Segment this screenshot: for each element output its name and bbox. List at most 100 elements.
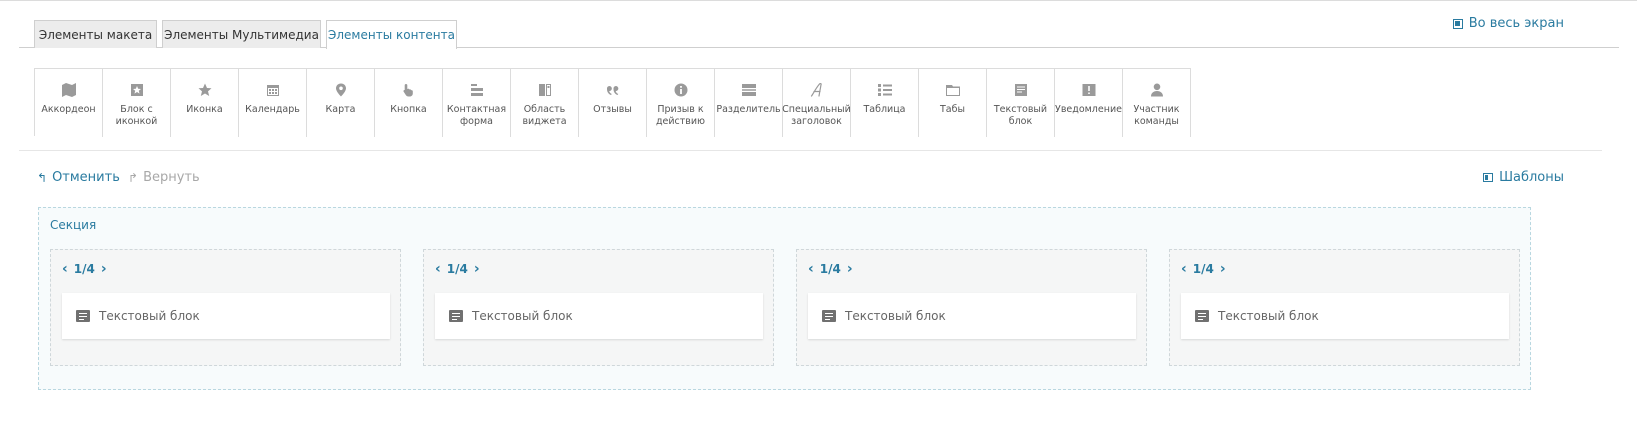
redo-label: Вернуть [143,170,200,185]
element-testimonials[interactable]: Отзывы [579,69,647,137]
fullscreen-label: Во весь экран [1468,16,1564,31]
pointer-hand-icon [402,83,416,97]
widget-area-icon [538,83,552,97]
element-map[interactable]: Карта [307,69,375,137]
tab-bar: Элементы макета Элементы Мультимедиа Эле… [19,20,1619,49]
person-icon [1150,83,1164,97]
star-box-icon [130,83,144,97]
tab-content-elements[interactable]: Элементы контента [326,20,457,49]
script-a-icon [810,83,824,97]
form-icon [470,83,484,97]
element-label: Область виджета [522,104,567,127]
element-divider[interactable]: Разделитель [715,69,783,137]
fullscreen-icon [1452,18,1463,29]
element-tabs[interactable]: Табы [919,69,987,137]
content-elements-palette: Аккордеон Блок с иконкой Иконка Календар… [34,68,1191,137]
element-label: Разделитель [716,104,781,115]
map-icon [61,83,76,97]
quote-icon [606,83,620,97]
element-label: Призыв к действию [655,104,706,127]
chevron-right-icon[interactable]: › [474,262,480,276]
section-title[interactable]: Секция [50,218,96,232]
element-calendar[interactable]: Календарь [239,69,307,137]
list-table-icon [877,83,892,97]
element-label: Участник команды [1133,104,1180,127]
column[interactable]: ‹ 1/4 › Текстовый блок [1169,249,1520,366]
element-special-heading[interactable]: Специальный заголовок [782,69,851,137]
element-label: Кнопка [390,104,427,115]
tab-layout-elements[interactable]: Элементы макета [34,20,157,48]
alert-box-icon [1082,83,1096,97]
element-icon[interactable]: Иконка [171,69,239,137]
column[interactable]: ‹ 1/4 › Текстовый блок [50,249,401,366]
text-block-icon [1195,310,1209,322]
tab-multimedia-elements[interactable]: Элементы Мультимедиа [162,20,321,48]
star-icon [198,83,212,97]
element-text-block[interactable]: Текстовый блок [987,69,1055,137]
calendar-icon [266,83,280,97]
element-label: Отзывы [593,104,632,115]
redo-button[interactable]: ↱ Вернуть [128,170,200,185]
undo-label: Отменить [52,170,120,185]
element-label: Аккордеон [41,104,96,115]
element-icon-box[interactable]: Блок с иконкой [103,69,171,137]
text-block-label: Текстовый блок [1218,309,1319,323]
templates-icon [1483,173,1494,182]
element-label: Таблица [863,104,906,115]
folder-tab-icon [945,83,960,97]
element-label: Табы [940,104,965,115]
fullscreen-button[interactable]: Во весь экран [1452,16,1564,31]
column-size-control: ‹ 1/4 › [1181,262,1226,276]
chevron-right-icon[interactable]: › [847,262,853,276]
element-widget-area[interactable]: Область виджета [511,69,579,137]
top-border [0,0,1637,1]
element-contact-form[interactable]: Контактная форма [443,69,511,137]
text-block-label: Текстовый блок [472,309,573,323]
chevron-right-icon[interactable]: › [1220,262,1226,276]
column-fraction: 1/4 [1192,262,1214,276]
text-block-icon [822,310,836,322]
column-fraction: 1/4 [819,262,841,276]
map-pin-icon [334,83,348,97]
chevron-left-icon[interactable]: ‹ [1181,262,1187,276]
element-accordion[interactable]: Аккордеон [35,69,103,137]
text-block-element[interactable]: Текстовый блок [808,293,1136,339]
text-block-icon [449,310,463,322]
element-notification[interactable]: Уведомление [1055,69,1123,137]
templates-button[interactable]: Шаблоны [1483,170,1564,185]
element-call-to-action[interactable]: Призыв к действию [647,69,715,137]
column-size-control: ‹ 1/4 › [62,262,107,276]
chevron-right-icon[interactable]: › [101,262,107,276]
element-label: Специальный заголовок [782,104,851,127]
text-block-element[interactable]: Текстовый блок [62,293,390,339]
text-block-element[interactable]: Текстовый блок [1181,293,1509,339]
chevron-left-icon[interactable]: ‹ [62,262,68,276]
chevron-left-icon[interactable]: ‹ [808,262,814,276]
element-table[interactable]: Таблица [851,69,919,137]
templates-label: Шаблоны [1499,170,1564,185]
text-block-element[interactable]: Текстовый блок [435,293,763,339]
column-fraction: 1/4 [446,262,468,276]
divider-icon [741,83,756,97]
element-team-member[interactable]: Участник команды [1123,69,1191,137]
chevron-left-icon[interactable]: ‹ [435,262,441,276]
divider [19,150,1602,151]
element-label: Текстовый блок [993,104,1048,127]
element-label: Контактная форма [446,104,507,127]
column[interactable]: ‹ 1/4 › Текстовый блок [796,249,1147,366]
undo-icon: ↰ [37,170,48,185]
element-label: Календарь [245,104,300,115]
element-button[interactable]: Кнопка [375,69,443,137]
undo-button[interactable]: ↰ Отменить [37,170,120,185]
column-fraction: 1/4 [73,262,95,276]
redo-icon: ↱ [128,170,139,185]
column[interactable]: ‹ 1/4 › Текстовый блок [423,249,774,366]
text-block-label: Текстовый блок [845,309,946,323]
element-label: Уведомление [1055,104,1122,115]
element-label: Блок с иконкой [115,104,158,127]
column-size-control: ‹ 1/4 › [808,262,853,276]
section-container[interactable]: Секция ‹ 1/4 › Текстовый блок ‹ 1/4 › Те… [38,207,1531,390]
column-size-control: ‹ 1/4 › [435,262,480,276]
text-block-label: Текстовый блок [99,309,200,323]
text-block-icon [1014,83,1028,97]
